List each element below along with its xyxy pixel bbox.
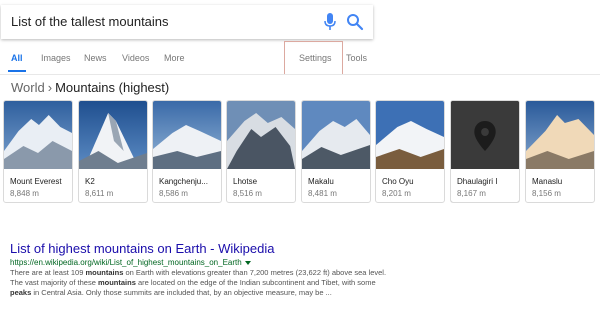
mountain-photo xyxy=(526,101,594,169)
dropdown-arrow-icon[interactable] xyxy=(244,260,251,265)
mountain-elevation: 8,167 m xyxy=(457,189,486,198)
mountain-elevation: 8,201 m xyxy=(382,189,411,198)
tab-more[interactable]: More xyxy=(164,53,185,63)
mountain-card[interactable]: Lhotse 8,516 m xyxy=(226,100,296,203)
breadcrumb-separator: › xyxy=(47,80,53,95)
mountain-card[interactable]: Kangchenju... 8,586 m xyxy=(152,100,222,203)
tab-tools[interactable]: Tools xyxy=(346,53,367,63)
mountain-photo xyxy=(153,101,221,169)
mountain-card[interactable]: Cho Oyu 8,201 m xyxy=(375,100,445,203)
result-url-text[interactable]: https://en.wikipedia.org/wiki/List_of_hi… xyxy=(10,258,242,267)
mountain-photo xyxy=(302,101,370,169)
mountain-photo xyxy=(4,101,72,169)
mountain-card[interactable]: Manaslu 8,156 m xyxy=(525,100,595,203)
breadcrumb-current: Mountains (highest) xyxy=(55,80,170,95)
snippet-text: in Central Asia. Only those summits are … xyxy=(31,288,332,297)
snippet-highlight: mountains xyxy=(97,278,136,287)
mountain-name: Dhaulagiri I xyxy=(457,177,498,186)
search-query[interactable]: List of the tallest mountains xyxy=(11,14,169,29)
mountain-name: Makalu xyxy=(308,177,334,186)
tabs-divider xyxy=(0,74,600,75)
search-icon[interactable] xyxy=(346,13,364,31)
search-bar[interactable]: List of the tallest mountains xyxy=(1,5,373,39)
mic-icon[interactable] xyxy=(323,13,337,31)
breadcrumb: World › Mountains (highest) xyxy=(11,80,169,95)
mountain-card[interactable]: Mount Everest 8,848 m xyxy=(3,100,73,203)
mountain-elevation: 8,611 m xyxy=(85,189,114,198)
mountain-photo xyxy=(227,101,295,169)
snippet-text: are located on the edge of the Indian su… xyxy=(135,278,376,287)
mountain-elevation: 8,156 m xyxy=(532,189,561,198)
tab-news[interactable]: News xyxy=(84,53,107,63)
mountain-name: K2 xyxy=(85,177,95,186)
result-snippet: There are at least 109 mountains on Eart… xyxy=(10,268,390,298)
snippet-highlight: peaks xyxy=(10,288,32,297)
active-tab-indicator xyxy=(8,70,26,72)
snippet-highlight: mountains xyxy=(85,268,124,277)
mountain-elevation: 8,848 m xyxy=(10,189,39,198)
mountain-card[interactable]: Makalu 8,481 m xyxy=(301,100,371,203)
snippet-text: There are at least 109 xyxy=(10,268,86,277)
tab-all[interactable]: All xyxy=(11,53,23,63)
mountain-photo xyxy=(376,101,444,169)
mountain-name: Lhotse xyxy=(233,177,258,186)
map-pin-icon xyxy=(451,101,519,169)
mountain-name: Cho Oyu xyxy=(382,177,414,186)
mountain-elevation: 8,586 m xyxy=(159,189,188,198)
mountain-elevation: 8,481 m xyxy=(308,189,337,198)
mountain-card[interactable]: Dhaulagiri I 8,167 m xyxy=(450,100,520,203)
mountain-card[interactable]: K2 8,611 m xyxy=(78,100,148,203)
tab-images[interactable]: Images xyxy=(41,53,71,63)
mountain-photo xyxy=(79,101,147,169)
tab-videos[interactable]: Videos xyxy=(122,53,149,63)
mountain-name: Kangchenju... xyxy=(159,177,208,186)
settings-highlight xyxy=(284,41,343,75)
breadcrumb-world[interactable]: World xyxy=(11,80,45,95)
result-title-link[interactable]: List of highest mountains on Earth - Wik… xyxy=(10,241,274,256)
mountain-carousel: Mount Everest 8,848 m K2 8,611 m Kangche… xyxy=(3,100,600,205)
mountain-elevation: 8,516 m xyxy=(233,189,262,198)
mountain-name: Mount Everest xyxy=(10,177,62,186)
mountain-name: Manaslu xyxy=(532,177,563,186)
result-url[interactable]: https://en.wikipedia.org/wiki/List_of_hi… xyxy=(10,258,251,267)
